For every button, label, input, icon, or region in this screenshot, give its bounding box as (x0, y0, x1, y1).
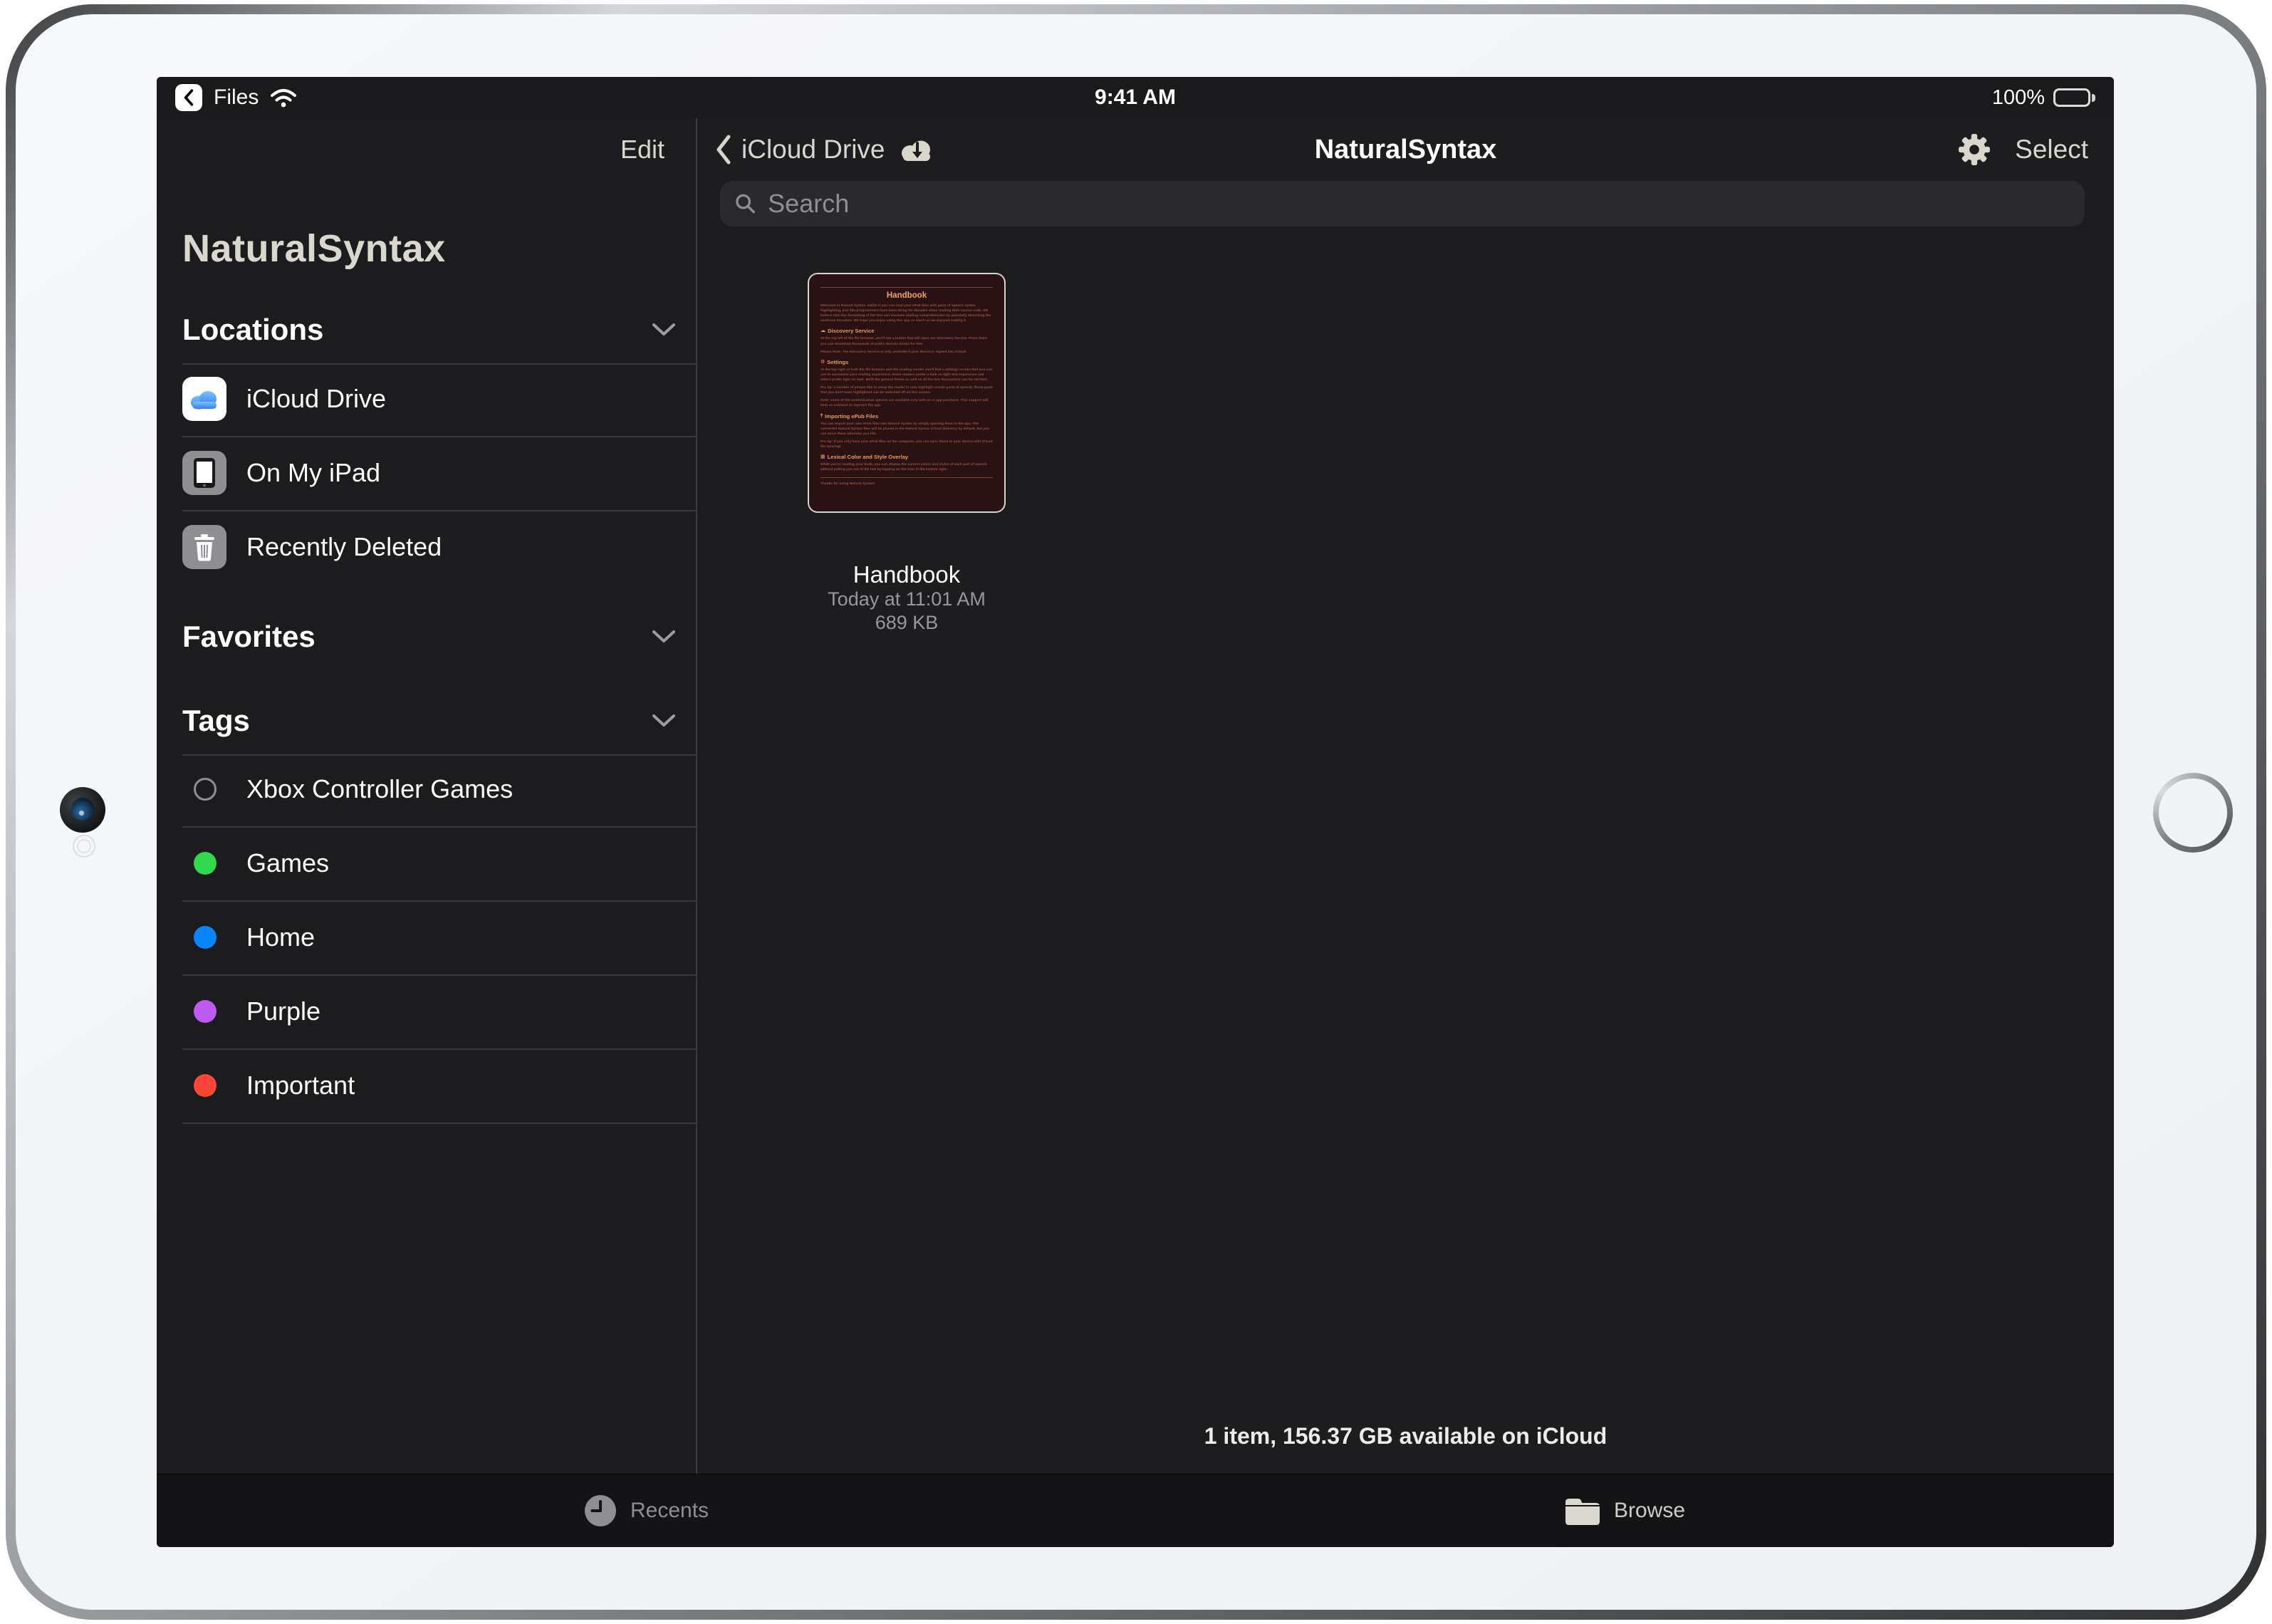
tag-label: Games (246, 848, 329, 878)
sidebar-item-label: iCloud Drive (246, 384, 386, 414)
preview-rule (820, 287, 993, 288)
front-camera (60, 787, 105, 833)
file-modified-date: Today at 11:01 AM (738, 588, 1075, 610)
edit-button[interactable]: Edit (620, 135, 665, 165)
status-bar: Files 9:41 AM 100% (157, 77, 2114, 118)
preview-heading: ▦ Lexical Color and Style Overlay (820, 454, 993, 460)
content-area: NaturalSyntax iCloud Drive (697, 118, 2114, 1474)
tag-label: Home (246, 922, 315, 952)
preview-rule (820, 477, 993, 478)
folder-icon (1564, 1496, 1601, 1526)
import-icon: ⤒ (820, 414, 823, 419)
preview-title: Handbook (820, 291, 993, 300)
preview-paragraph: At the top right of both the file browse… (820, 368, 993, 382)
cloud-icon: ☁ (820, 328, 825, 333)
content-header: NaturalSyntax iCloud Drive (697, 118, 2114, 181)
preview-paragraph: You can import your own ePub files into … (820, 422, 993, 437)
tab-recents[interactable]: Recents (157, 1474, 1135, 1547)
search-input[interactable] (766, 188, 2070, 219)
section-header-tags[interactable]: Tags (182, 700, 676, 741)
preview-paragraph: Pro tip: a number of people like to setu… (820, 385, 993, 395)
sidebar-item-label: On My iPad (246, 458, 380, 488)
tab-browse[interactable]: Browse (1135, 1474, 2114, 1547)
sidebar-item-on-my-ipad[interactable]: On My iPad (182, 436, 696, 510)
tab-label: Browse (1614, 1499, 1685, 1523)
camera-glint (79, 811, 84, 816)
sidebar-app-title: NaturalSyntax (182, 227, 446, 271)
preview-footer: Thanks for using Natural Syntax! (820, 482, 993, 486)
sidebar-item-label: Recently Deleted (246, 532, 442, 562)
divider (182, 1123, 696, 1124)
tab-bar: Recents Browse (157, 1474, 2114, 1547)
tag-label: Purple (246, 996, 321, 1026)
locations-title: Locations (182, 313, 323, 347)
gear-icon[interactable] (1958, 133, 1991, 166)
search-icon (734, 192, 756, 215)
sidebar-item-recently-deleted[interactable]: Recently Deleted (182, 510, 696, 584)
back-button-label: iCloud Drive (741, 135, 885, 165)
clock-icon (583, 1494, 617, 1528)
sidebar-tag-games[interactable]: Games (182, 826, 696, 900)
preview-paragraph: Welcome to Natural Syntax, within it you… (820, 303, 993, 323)
page-title: NaturalSyntax (697, 135, 2114, 165)
file-size: 689 KB (738, 612, 1075, 634)
sidebar: Edit NaturalSyntax Locations iClou (157, 118, 696, 1474)
tag-color-dot (194, 1000, 217, 1023)
file-thumbnail-handbook[interactable]: Handbook Welcome to Natural Syntax, with… (809, 274, 1004, 511)
tab-label: Recents (630, 1499, 709, 1523)
tag-color-dot (194, 926, 217, 949)
status-clock: 9:41 AM (157, 85, 2114, 110)
tag-color-dot (194, 852, 217, 875)
camera-lens (71, 798, 94, 821)
sidebar-tag-important[interactable]: Important (182, 1048, 696, 1123)
trash-icon (182, 525, 226, 569)
item-count-status: 1 item, 156.37 GB available on iCloud (697, 1423, 2114, 1449)
file-name: Handbook (738, 561, 1075, 588)
chevron-down-icon[interactable] (652, 630, 676, 644)
battery-percent: 100% (1992, 86, 2045, 110)
tag-color-dot (194, 778, 217, 801)
chevron-down-icon[interactable] (652, 323, 676, 337)
preview-heading: ⚙ Settings (820, 359, 993, 365)
select-button[interactable]: Select (2015, 135, 2088, 165)
tags-title: Tags (182, 704, 250, 738)
battery-icon (2053, 88, 2095, 107)
ipad-icon (182, 451, 226, 495)
home-button[interactable] (2153, 773, 2233, 853)
section-header-favorites[interactable]: Favorites (182, 616, 676, 657)
icloud-drive-icon (182, 377, 226, 421)
back-button[interactable]: iCloud Drive (716, 135, 885, 165)
ambient-light-sensor (73, 835, 95, 858)
sidebar-tag-purple[interactable]: Purple (182, 974, 696, 1048)
sidebar-tag-xbox-controller-games[interactable]: Xbox Controller Games (182, 752, 696, 826)
preview-paragraph: Note: some of the customization options … (820, 398, 993, 408)
preview-paragraph: Pro tip: If you only have your ePub file… (820, 439, 993, 449)
preview-paragraph: Please Note: The Discovery Service is on… (820, 350, 993, 355)
preview-paragraph: While you're reading your book, you can … (820, 462, 993, 472)
favorites-title: Favorites (182, 620, 316, 654)
gear-icon: ⚙ (820, 360, 825, 365)
chevron-down-icon[interactable] (652, 714, 676, 728)
preview-heading: ☁ Discovery Service (820, 328, 993, 334)
sidebar-item-icloud-drive[interactable]: iCloud Drive (182, 362, 696, 436)
back-chevron-icon (716, 135, 731, 165)
search-bar[interactable] (720, 181, 2085, 227)
ipad-screen: Files 9:41 AM 100% Edit NaturalSyntax Lo… (157, 77, 2114, 1547)
tag-label: Xbox Controller Games (246, 774, 513, 804)
sidebar-tag-home[interactable]: Home (182, 900, 696, 974)
tag-color-dot (194, 1074, 217, 1097)
tag-label: Important (246, 1071, 355, 1100)
section-header-locations[interactable]: Locations (182, 309, 676, 350)
overlay-icon: ▦ (820, 454, 825, 459)
preview-paragraph: At the top left of the file browser, you… (820, 336, 993, 346)
preview-heading: ⤒ Importing ePub Files (820, 413, 993, 420)
